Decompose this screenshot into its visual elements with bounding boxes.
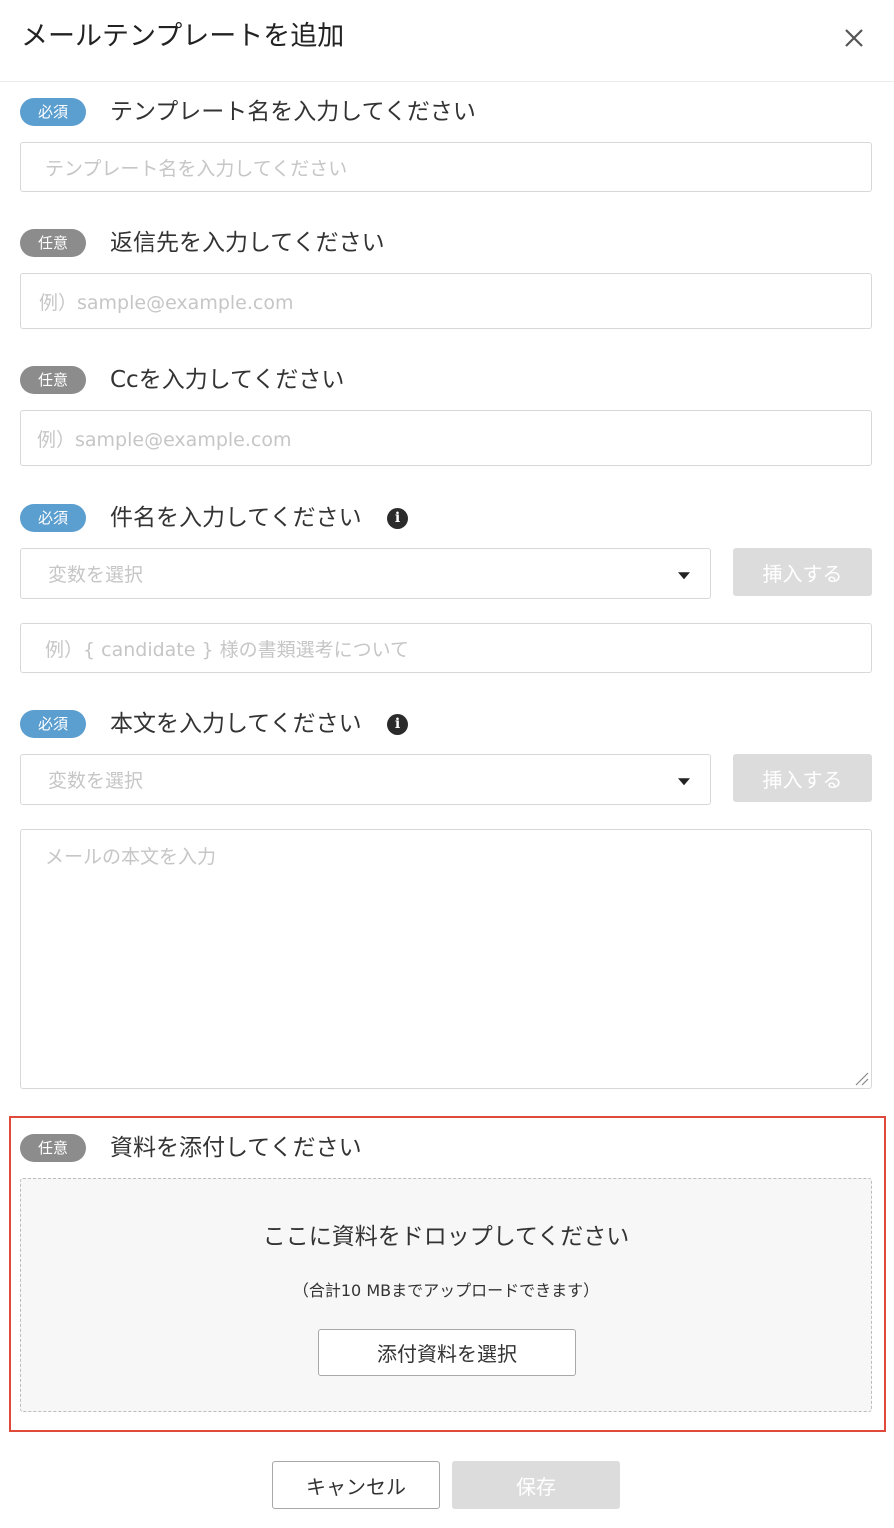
required-badge: 必須	[20, 710, 86, 738]
body-insert-button[interactable]: 挿入する	[733, 754, 872, 802]
subject-label: 件名を入力してください	[110, 505, 362, 531]
reply-to-label: 返信先を入力してください	[110, 230, 385, 256]
required-badge: 必須	[20, 98, 86, 126]
close-button[interactable]	[834, 18, 874, 58]
attachment-dropzone[interactable]: ここに資料をドロップしてください （合計10 MBまでアップロードできます） 添…	[20, 1178, 872, 1412]
body-variable-select[interactable]: 変数を選択	[20, 754, 711, 805]
subject-insert-button[interactable]: 挿入する	[733, 548, 872, 596]
close-icon	[845, 29, 863, 47]
template-name-input[interactable]: テンプレート名を入力してください	[20, 142, 872, 192]
cc-placeholder: 例）sample@example.com	[37, 428, 292, 451]
body-variable-placeholder: 変数を選択	[48, 770, 144, 792]
reply-to-input[interactable]: 例）sample@example.com	[20, 273, 872, 329]
optional-badge: 任意	[20, 229, 86, 257]
subject-placeholder: 例）{ candidate } 様の書類選考について	[45, 638, 410, 661]
reply-to-placeholder: 例）sample@example.com	[39, 291, 294, 314]
subject-input[interactable]: 例）{ candidate } 様の書類選考について	[20, 623, 872, 673]
drop-note: （合計10 MBまでアップロードできます）	[292, 1281, 600, 1300]
body-label: 本文を入力してください	[110, 711, 362, 737]
body-textarea[interactable]: メールの本文を入力	[20, 829, 872, 1089]
dialog-title: メールテンプレートを追加	[21, 21, 345, 52]
required-badge: 必須	[20, 504, 86, 532]
subject-variable-placeholder: 変数を選択	[48, 564, 144, 586]
optional-badge: 任意	[20, 1134, 86, 1162]
attachment-label: 資料を添付してください	[110, 1135, 362, 1161]
select-attachment-button[interactable]: 添付資料を選択	[318, 1329, 576, 1376]
info-icon[interactable]: i	[387, 714, 408, 735]
save-button[interactable]: 保存	[452, 1461, 620, 1509]
drop-title: ここに資料をドロップしてください	[262, 1224, 630, 1250]
body-placeholder: メールの本文を入力	[45, 846, 217, 868]
optional-badge: 任意	[20, 366, 86, 394]
cc-label: Ccを入力してください	[110, 367, 345, 393]
header-divider	[0, 81, 894, 82]
subject-variable-select[interactable]: 変数を選択	[20, 548, 711, 599]
cc-input[interactable]: 例）sample@example.com	[20, 410, 872, 466]
info-icon[interactable]: i	[387, 508, 408, 529]
resize-handle-icon[interactable]	[853, 1070, 869, 1086]
cancel-button[interactable]: キャンセル	[272, 1461, 440, 1509]
template-name-placeholder: テンプレート名を入力してください	[45, 157, 348, 180]
caret-down-icon	[678, 777, 690, 785]
template-name-label: テンプレート名を入力してください	[110, 99, 476, 125]
caret-down-icon	[678, 571, 690, 579]
